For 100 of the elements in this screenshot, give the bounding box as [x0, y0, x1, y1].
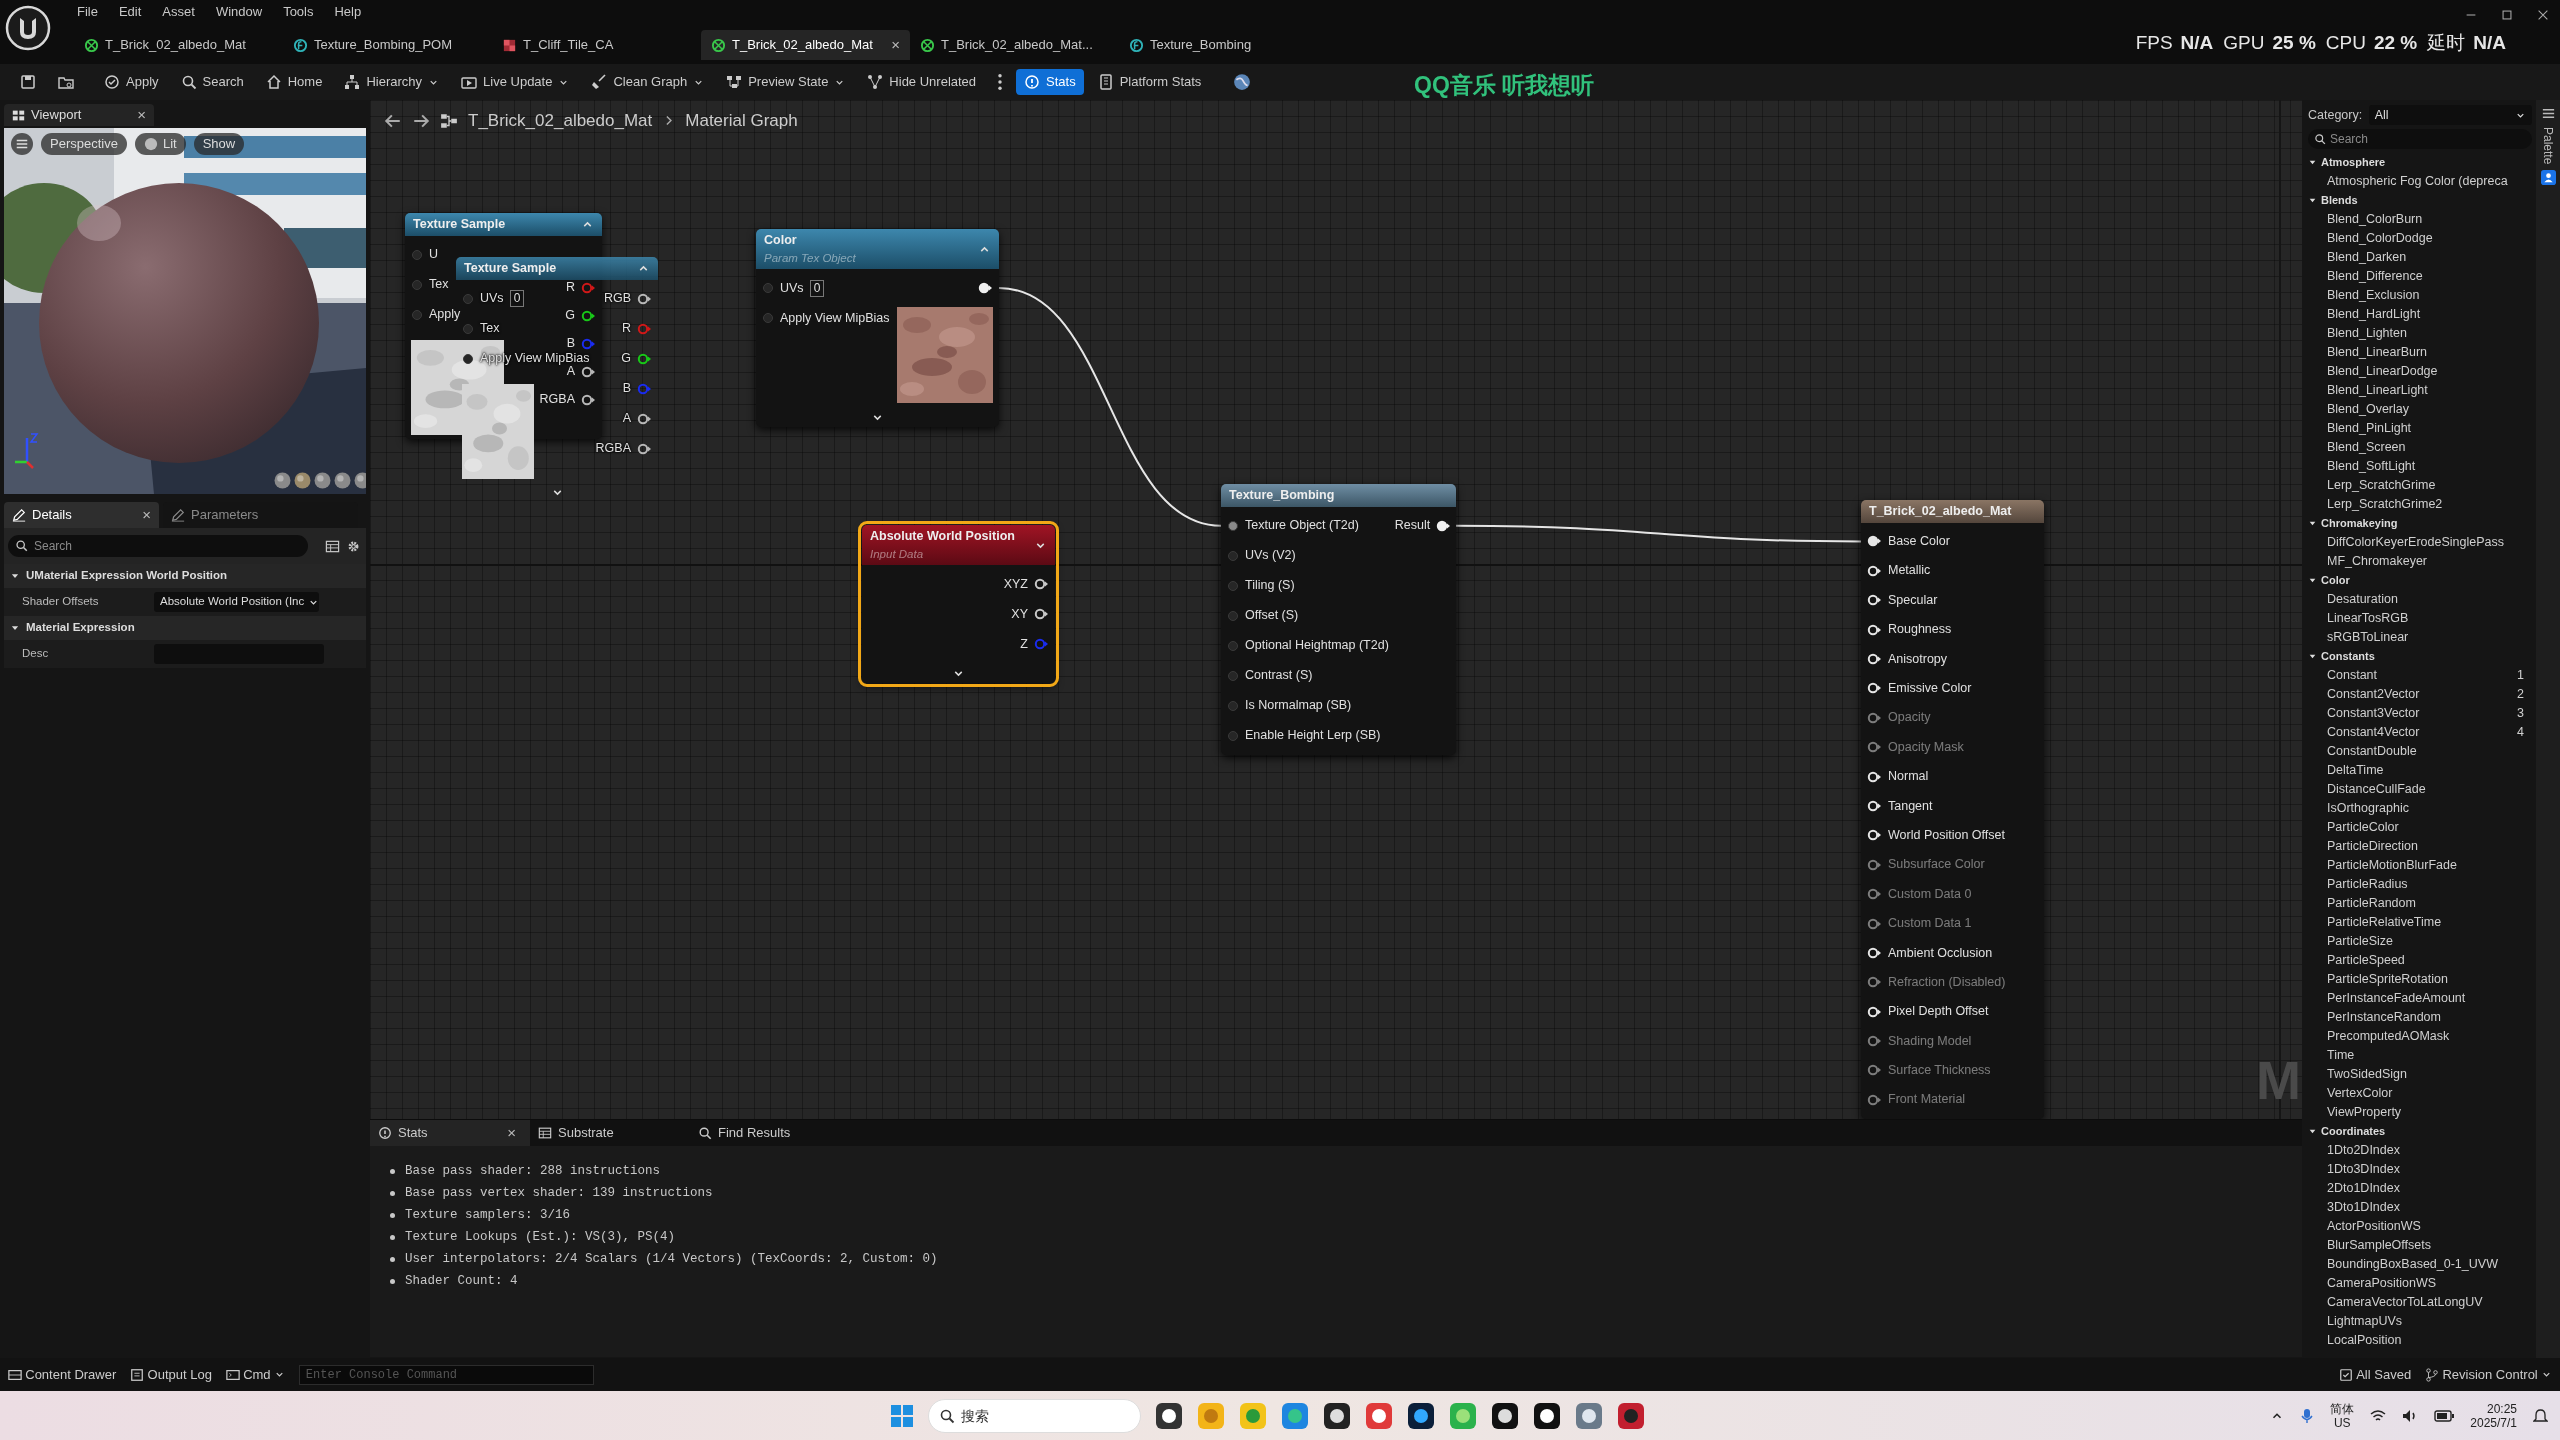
palette-category[interactable]: Constants — [2308, 647, 2532, 666]
input-pin-icon[interactable] — [1867, 653, 1882, 665]
panel-tab[interactable]: Find Results — [690, 1120, 850, 1146]
toolbar-button[interactable]: Apply — [96, 69, 167, 95]
panel-tab[interactable]: Details × — [4, 502, 159, 528]
document-tab[interactable]: T_Brick_02_albedo_Mat — [74, 30, 283, 60]
palette-item[interactable]: Blend_Overlay — [2327, 400, 2409, 419]
palette-item[interactable]: ActorPositionWS — [2327, 1217, 2421, 1236]
status-button[interactable]: Content Drawer — [8, 1364, 117, 1385]
palette-item[interactable]: Lerp_ScratchGrime2 — [2327, 495, 2443, 514]
toolbar-button[interactable]: Stats — [1016, 69, 1084, 95]
engine-logo[interactable] — [5, 5, 51, 51]
output-pin-icon[interactable] — [637, 352, 652, 365]
panel-tab[interactable]: Stats × — [370, 1120, 530, 1146]
input-pin-icon[interactable] — [411, 308, 423, 321]
input-pin-icon[interactable] — [1227, 669, 1239, 682]
palette-item[interactable]: Blend_ColorBurn — [2327, 210, 2423, 229]
output-pin-icon[interactable] — [581, 309, 596, 322]
menu-item[interactable]: Window — [215, 2, 263, 22]
palette-item[interactable]: Constant4Vector — [2327, 723, 2420, 742]
palette-item[interactable]: Blend_LinearDodge — [2327, 362, 2438, 381]
palette-item[interactable]: Blend_ColorDodge — [2327, 229, 2433, 248]
preview-shape-button[interactable] — [354, 472, 366, 489]
input-pin-icon[interactable] — [1227, 579, 1239, 592]
graph-node[interactable]: Color Param Tex Object UVs 0 Apply View MipBias — [756, 229, 999, 427]
input-pin-icon[interactable] — [462, 322, 474, 335]
menu-item[interactable]: Edit — [118, 2, 142, 22]
palette-item[interactable]: BoundingBoxBased_0-1_UVW — [2327, 1255, 2498, 1274]
palette-item[interactable]: 1Dto3DIndex — [2327, 1160, 2400, 1179]
preview-shape-button[interactable] — [334, 472, 351, 489]
palette-item[interactable]: ParticleRadius — [2327, 875, 2408, 894]
input-pin-icon[interactable] — [1867, 594, 1882, 607]
palette-item[interactable]: DiffColorKeyerErodeSinglePass — [2327, 533, 2504, 552]
palette-item[interactable]: LightmapUVs — [2327, 1312, 2403, 1331]
palette-item[interactable]: Time — [2327, 1046, 2355, 1065]
value-field[interactable]: 0 — [509, 290, 525, 308]
palette-item[interactable]: LinearTosRGB — [2327, 609, 2409, 628]
palette-category[interactable]: Coordinates — [2308, 1122, 2532, 1141]
output-pin-icon[interactable] — [1436, 519, 1452, 532]
toolbar-button[interactable]: Live Update — [453, 69, 578, 95]
document-tab[interactable]: Texture_Bombing_POM — [283, 30, 492, 60]
palette-item[interactable]: Blend_Exclusion — [2327, 286, 2420, 305]
palette-item[interactable]: Atmospheric Fog Color (depreca — [2327, 172, 2508, 191]
viewport-button[interactable]: Perspective — [41, 133, 127, 155]
console-field[interactable]: Enter Console Command — [298, 1364, 594, 1385]
status-button[interactable]: All Saved — [2338, 1364, 2412, 1385]
app-icon[interactable] — [1323, 1401, 1351, 1430]
input-pin-icon[interactable] — [462, 352, 474, 365]
palette-item[interactable]: ViewProperty — [2327, 1103, 2402, 1122]
side-tab[interactable]: Palette — [2539, 127, 2557, 165]
output-pin-icon[interactable] — [1034, 608, 1049, 620]
palette-item[interactable]: PrecomputedAOMask — [2327, 1027, 2450, 1046]
toolbar-button[interactable]: Hide Unrelated — [859, 69, 985, 95]
input-pin-icon[interactable] — [1227, 609, 1239, 622]
palette-item[interactable]: ParticleRelativeTime — [2327, 913, 2442, 932]
status-button[interactable]: Cmd — [225, 1364, 285, 1385]
input-pin-icon[interactable] — [1867, 770, 1882, 783]
input-pin-icon[interactable] — [1867, 829, 1882, 842]
output-pin-icon[interactable] — [637, 292, 652, 305]
status-button[interactable]: Revision Control — [2425, 1364, 2552, 1385]
palette-item[interactable]: ParticleDirection — [2327, 837, 2418, 856]
value-field[interactable]: 0 — [809, 279, 825, 297]
palette-item[interactable]: Blend_SoftLight — [2327, 457, 2416, 476]
status-button[interactable]: Output Log — [130, 1364, 212, 1385]
input-pin-icon[interactable] — [1867, 946, 1882, 959]
preview-shape-button[interactable] — [314, 472, 331, 489]
palette-item[interactable]: ParticleMotionBlurFade — [2327, 856, 2457, 875]
palette-category[interactable]: Blends — [2308, 191, 2532, 210]
toolbar-button[interactable]: Clean Graph — [583, 69, 713, 95]
input-pin-icon[interactable] — [462, 292, 474, 305]
palette-item[interactable]: sRGBToLinear — [2327, 628, 2409, 647]
input-pin-icon[interactable] — [1867, 535, 1882, 548]
palette-item[interactable]: 3Dto1DIndex — [2327, 1198, 2400, 1217]
input-pin-icon[interactable] — [1227, 699, 1239, 712]
output-pin-icon[interactable] — [581, 393, 596, 406]
palette-item[interactable]: Constant2Vector — [2327, 685, 2420, 704]
input-pin-icon[interactable] — [762, 282, 774, 294]
toolbar-button[interactable]: Preview State — [718, 69, 854, 95]
input-pin-icon[interactable] — [1227, 519, 1239, 532]
toolbar-button[interactable]: Search — [172, 69, 252, 95]
palette-item[interactable]: Blend_Screen — [2327, 438, 2406, 457]
ime-label[interactable]: US — [2333, 1415, 2351, 1430]
preview-shape-button[interactable] — [274, 472, 291, 489]
app-icon[interactable] — [1407, 1401, 1435, 1430]
close-button[interactable]: × — [507, 1121, 516, 1145]
document-tab[interactable]: T_Brick_02_albedo_Mat... — [910, 30, 1119, 60]
category-dropdown[interactable]: All — [2368, 105, 2532, 125]
input-pin-icon[interactable] — [1867, 623, 1882, 636]
palette-category[interactable]: Atmosphere — [2308, 153, 2532, 172]
toolbar-button[interactable]: Home — [257, 69, 331, 95]
notification-icon[interactable] — [2533, 1407, 2548, 1424]
start-icon[interactable] — [890, 1403, 914, 1428]
document-tab[interactable]: Texture_Bombing — [1119, 30, 1328, 60]
palette-item[interactable]: 2Dto1DIndex — [2327, 1179, 2400, 1198]
clock-date[interactable]: 2025/7/1 — [2470, 1415, 2517, 1430]
close-button[interactable]: × — [891, 33, 900, 57]
palette-item[interactable]: Blend_Difference — [2327, 267, 2423, 286]
palette-item[interactable]: Lerp_ScratchGrime — [2327, 476, 2436, 495]
palette-item[interactable]: ConstantDouble — [2327, 742, 2417, 761]
palette-item[interactable]: Blend_PinLight — [2327, 419, 2412, 438]
